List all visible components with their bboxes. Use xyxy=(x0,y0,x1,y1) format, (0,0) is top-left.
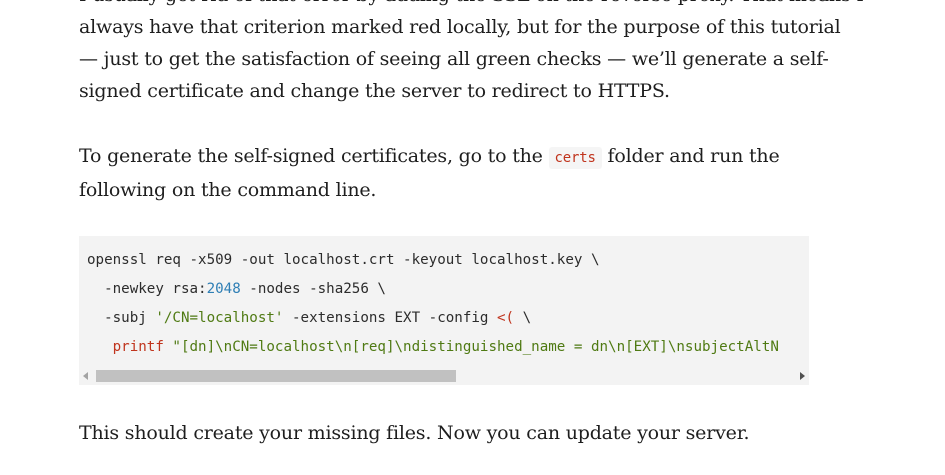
code-token-keyword: printf xyxy=(112,339,164,355)
paragraph-line: I usually get rid of that error by addin… xyxy=(79,0,864,11)
horizontal-scrollbar[interactable] xyxy=(79,368,809,385)
code-token-string: "[dn]\nCN=localhost\n[req]\ndistinguishe… xyxy=(163,339,779,355)
code-token-number: 2048 xyxy=(206,281,241,297)
paragraph-missing-files: This should create your missing files. N… xyxy=(79,422,750,444)
paragraph-line: following on the command line. xyxy=(79,179,377,201)
scroll-right-arrow-icon[interactable] xyxy=(800,372,805,380)
code-line: -newkey rsa:2048 -nodes -sha256 \ xyxy=(87,281,386,297)
code-token-punct: <( xyxy=(497,310,515,326)
paragraph-generate-certs: To generate the self-signed certificates… xyxy=(79,140,780,206)
inline-code-certs: certs xyxy=(548,147,602,169)
paragraph-line: always have that criterion marked red lo… xyxy=(79,16,841,38)
code-block[interactable]: openssl req -x509 -out localhost.crt -ke… xyxy=(79,236,809,385)
code-line: printf "[dn]\nCN=localhost\n[req]\ndisti… xyxy=(87,339,779,355)
code-token: openssl req -x509 -out localhost.crt -ke… xyxy=(87,252,600,268)
scroll-left-arrow-icon[interactable] xyxy=(83,372,88,380)
code-token: -nodes -sha256 \ xyxy=(240,281,386,297)
page: I usually get rid of that error by addin… xyxy=(0,0,945,475)
code-token: -subj xyxy=(87,310,156,326)
scrollbar-thumb[interactable] xyxy=(96,370,456,382)
code-token-string: '/CN=localhost' xyxy=(155,310,284,326)
code-token: -extensions EXT -config xyxy=(283,310,498,326)
code-lines: openssl req -x509 -out localhost.crt -ke… xyxy=(87,246,779,362)
code-line: openssl req -x509 -out localhost.crt -ke… xyxy=(87,252,600,268)
paragraph-line: signed certificate and change the server… xyxy=(79,80,670,102)
code-token: -newkey rsa: xyxy=(87,281,207,297)
code-line: -subj '/CN=localhost' -extensions EXT -c… xyxy=(87,310,531,326)
code-token: \ xyxy=(514,310,532,326)
paragraph-line: — just to get the satisfaction of seeing… xyxy=(79,48,829,70)
paragraph-ssl-intro: I usually get rid of that error by addin… xyxy=(79,0,864,107)
paragraph-line: To generate the self-signed certificates… xyxy=(79,140,780,174)
paragraph-text: To generate the self-signed certificates… xyxy=(79,145,549,167)
paragraph-text: folder and run the xyxy=(601,145,780,167)
